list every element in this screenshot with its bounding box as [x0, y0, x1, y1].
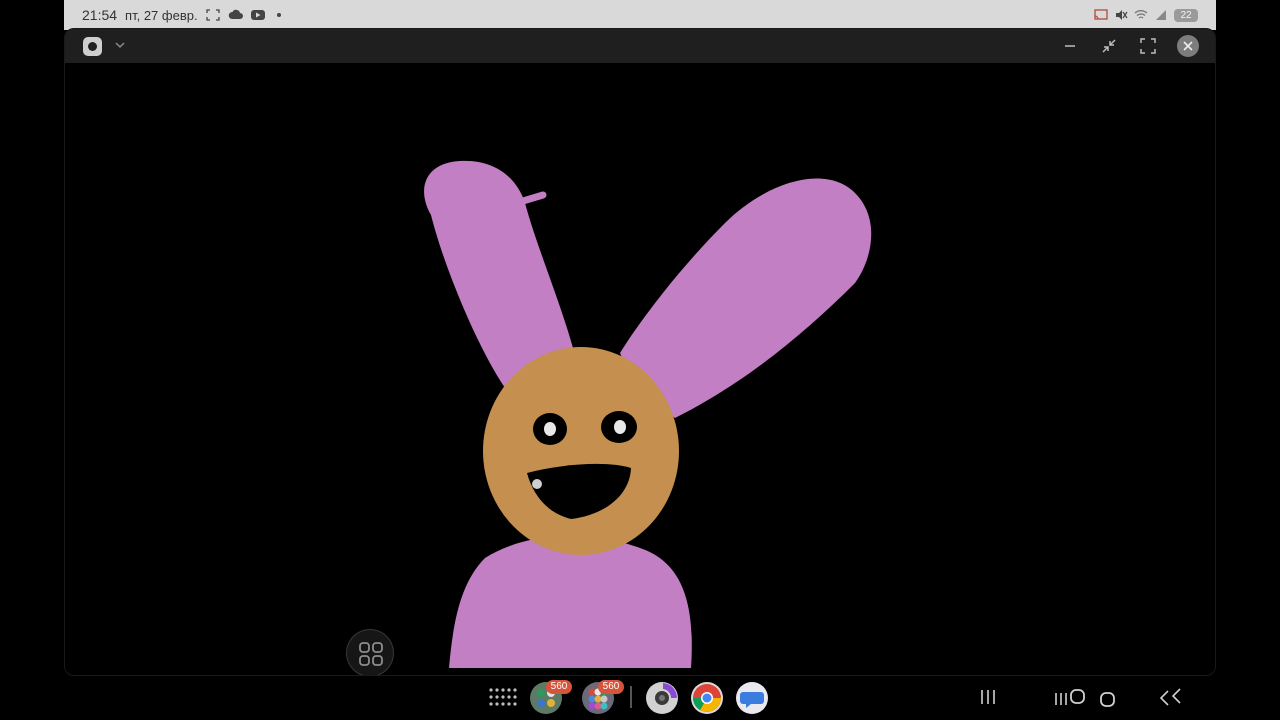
notification-badge: 560: [598, 680, 624, 694]
home-icon: [1100, 692, 1115, 707]
recents-button[interactable]: [974, 684, 1002, 710]
screenshot-icon: [205, 9, 220, 21]
status-left: 21:54 пт, 27 февр.: [82, 0, 286, 30]
folder-2[interactable]: 560: [582, 680, 624, 714]
apps-drawer-button[interactable]: [488, 686, 522, 708]
fullscreen-button[interactable]: [1137, 35, 1159, 57]
cast-icon: [1094, 9, 1108, 21]
minimize-button[interactable]: [1059, 35, 1081, 57]
messages-app[interactable]: [736, 682, 768, 714]
bunny-left-ear-tip: [519, 191, 547, 205]
chrome-app[interactable]: [691, 682, 723, 714]
cloud-icon: [228, 9, 243, 21]
status-bar: 21:54 пт, 27 февр. 22: [64, 0, 1216, 30]
close-icon: [1183, 41, 1193, 51]
fullscreen-icon: [1140, 38, 1156, 54]
collapse-button[interactable]: [1098, 35, 1120, 57]
close-button[interactable]: [1177, 35, 1199, 57]
recents-button-secondary[interactable]: [1052, 684, 1092, 710]
status-time: 21:54: [82, 7, 118, 23]
dock-divider: [630, 686, 632, 708]
chevron-down-icon[interactable]: [113, 38, 127, 52]
messages-icon: [737, 683, 767, 713]
recents-icon: [1055, 689, 1085, 705]
bunny-face: [483, 347, 679, 555]
apps-grid-icon: [489, 688, 517, 706]
folder-1[interactable]: 560: [530, 680, 572, 714]
bunny-body: [449, 535, 692, 668]
bunny-right-ear: [620, 178, 872, 418]
wifi-icon: [1134, 9, 1148, 21]
status-right: 22: [1094, 0, 1198, 30]
bunny-drawing: [424, 160, 872, 668]
battery-indicator: 22: [1174, 8, 1198, 22]
bunny-tooth: [532, 479, 542, 489]
popup-window[interactable]: [64, 28, 1216, 676]
bunny-left-pupil: [544, 422, 556, 436]
mute-icon: [1114, 9, 1128, 21]
youtube-icon: [250, 9, 265, 21]
collapse-icon: [1102, 39, 1116, 53]
screen: 21:54 пт, 27 февр. 22 560 560: [0, 0, 1280, 720]
recents-icon: [981, 690, 995, 704]
window-titlebar[interactable]: [65, 29, 1215, 63]
camera-icon: [647, 683, 678, 713]
back-icon: [1159, 688, 1181, 706]
camera-app[interactable]: [646, 682, 678, 714]
bunny-right-pupil: [614, 420, 626, 434]
taskbar: 560 560: [64, 676, 1216, 720]
back-button[interactable]: [1156, 684, 1188, 710]
apps-grid-icon: [359, 642, 383, 666]
camera-app-icon[interactable]: [83, 37, 102, 56]
chrome-icon: [693, 684, 721, 712]
minimize-icon: [1065, 45, 1075, 47]
notification-badge: 560: [546, 680, 572, 694]
floating-apps-button[interactable]: [346, 629, 394, 675]
dot-icon: [272, 9, 286, 21]
drawing-canvas[interactable]: [65, 63, 1215, 675]
signal-icon: [1154, 9, 1168, 21]
status-date: пт, 27 февр.: [125, 7, 198, 23]
home-button[interactable]: [1094, 684, 1122, 710]
